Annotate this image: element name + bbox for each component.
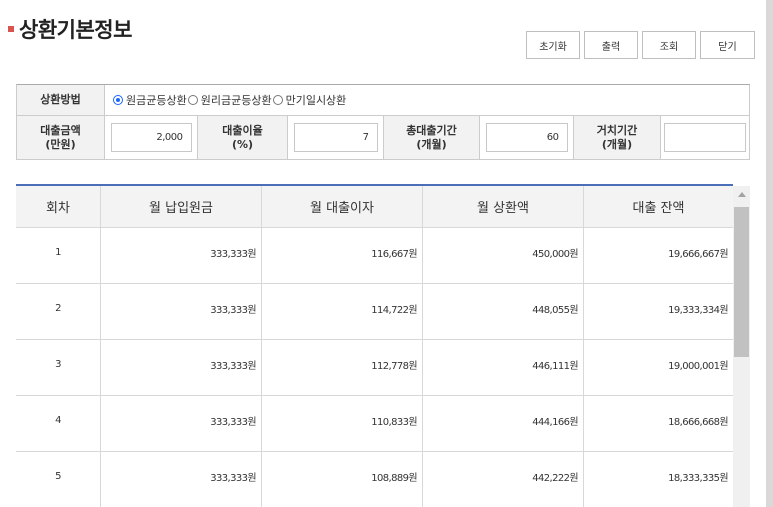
table-cell: 18,333,335원 (668, 473, 728, 484)
table-cell: 19,666,667원 (668, 249, 728, 260)
table-cell: 442,222원 (423, 452, 584, 507)
column-header: 월 상환액 (423, 186, 584, 227)
radio-equal-payment[interactable]: 원리금균등상환 (187, 92, 272, 108)
table-cell: 1 (16, 228, 101, 283)
table-cell: 2 (16, 284, 101, 339)
column-header: 회차 (16, 186, 101, 227)
method-radio-group: 원금균등상환 원리금균등상환 만기일시상환 (105, 85, 750, 115)
label-line: 거치기간 (596, 123, 638, 137)
table-cell: 19,000,001원 (668, 361, 728, 372)
loan-term-label: 총대출기간 (개월) (384, 116, 480, 159)
print-button[interactable]: 출력 (584, 31, 638, 59)
table-scrollbar[interactable] (733, 186, 750, 507)
radio-unselected-icon[interactable] (272, 95, 283, 105)
search-button[interactable]: 조회 (642, 31, 696, 59)
loan-amount-label: 대출금액 (만원) (17, 116, 105, 159)
table-cell: 4 (16, 396, 101, 451)
loan-term-cell: 60 (480, 116, 574, 159)
table-cell: 448,055원 (423, 284, 584, 339)
table-cell: 333,333원 (101, 284, 262, 339)
label-unit: (만원) (45, 137, 76, 151)
table-row: 3 333,333원 112,778원 446,111원 19,000,001원 (16, 340, 733, 396)
page-header: 상환기본정보 (8, 14, 132, 44)
radio-equal-principal[interactable]: 원금균등상환 (113, 92, 187, 108)
table-cell: 333,333원 (101, 452, 262, 507)
table-row: 2 333,333원 114,722원 448,055원 19,333,334원 (16, 284, 733, 340)
table-cell: 333,333원 (101, 340, 262, 395)
column-header: 월 납입원금 (101, 186, 262, 227)
column-header: 월 대출이자 (262, 186, 423, 227)
table-cell: 450,000원 (423, 228, 584, 283)
scrollbar-thumb[interactable] (734, 207, 749, 357)
table-row: 1 333,333원 116,667원 450,000원 19,666,667원 (16, 228, 733, 284)
label-line: 총대출기간 (406, 123, 457, 137)
radio-selected-icon[interactable] (113, 95, 123, 105)
table-cell: 19,333,334원 (668, 305, 728, 316)
table-cell: 5 (16, 452, 101, 507)
table-cell: 446,111원 (423, 340, 584, 395)
interest-rate-input[interactable]: 7 (293, 123, 378, 152)
label-unit: (개월) (416, 137, 447, 151)
table-row: 4 333,333원 110,833원 444,166원 18,666,668원 (16, 396, 733, 452)
label-line: 대출이율 (222, 123, 263, 137)
column-header: 대출 잔액 (632, 201, 685, 216)
reset-button[interactable]: 초기화 (526, 31, 580, 59)
radio-unselected-icon[interactable] (187, 95, 198, 105)
toolbar: 초기화 출력 조회 닫기 (526, 31, 755, 59)
table-row: 5 333,333원 108,889원 442,222원 18,333,335원 (16, 452, 733, 507)
window-scrollbar[interactable] (766, 0, 773, 507)
radio-label: 원리금균등상환 (200, 94, 272, 107)
radio-label: 만기일시상환 (285, 94, 347, 107)
loan-amount-cell: 2,000 (105, 116, 198, 159)
grace-period-input[interactable] (664, 123, 746, 152)
label-unit: (%) (231, 137, 254, 151)
table-cell: 18,666,668원 (668, 417, 728, 428)
table-cell: 444,166원 (423, 396, 584, 451)
loan-amount-input[interactable]: 2,000 (110, 123, 192, 152)
table-cell: 110,833원 (262, 396, 423, 451)
table-cell: 112,778원 (262, 340, 423, 395)
form-row-method: 상환방법 원금균등상환 원리금균등상환 만기일시상환 (17, 85, 750, 116)
repayment-page: 상환기본정보 초기화 출력 조회 닫기 상환방법 원금균등상환 원리금균등상환 … (0, 0, 773, 507)
scroll-up-arrow-icon[interactable] (733, 186, 750, 203)
grace-period-label: 거치기간 (개월) (574, 116, 661, 159)
interest-rate-cell: 7 (288, 116, 384, 159)
loan-term-input[interactable]: 60 (485, 123, 568, 152)
form-row-fields: 대출금액 (만원) 2,000 대출이율 (%) 7 총대출기간 (개월) 60 거치… (17, 116, 750, 160)
close-button[interactable]: 닫기 (700, 31, 755, 59)
method-label: 상환방법 (17, 85, 105, 115)
table-cell: 333,333원 (101, 396, 262, 451)
table-cell: 108,889원 (262, 452, 423, 507)
table-header: 회차 월 납입원금 월 대출이자 월 상환액 대출 잔액 (16, 186, 733, 228)
table-cell: 114,722원 (262, 284, 423, 339)
grace-period-cell (661, 116, 750, 159)
page-title: 상환기본정보 (19, 18, 132, 42)
title-bullet-icon (8, 26, 14, 32)
table-cell: 3 (16, 340, 101, 395)
table-cell: 116,667원 (262, 228, 423, 283)
repayment-schedule-table: 회차 월 납입원금 월 대출이자 월 상환액 대출 잔액 1 333,333원 … (16, 184, 733, 507)
table-cell: 333,333원 (101, 228, 262, 283)
interest-rate-label: 대출이율 (%) (198, 116, 288, 159)
label-unit: (개월) (601, 137, 633, 151)
radio-label: 원금균등상환 (126, 94, 187, 107)
radio-bullet-repayment[interactable]: 만기일시상환 (272, 92, 347, 108)
repayment-form: 상환방법 원금균등상환 원리금균등상환 만기일시상환 대출금액 (만원) 2,0… (16, 84, 750, 160)
label-line: 대출금액 (40, 123, 81, 137)
